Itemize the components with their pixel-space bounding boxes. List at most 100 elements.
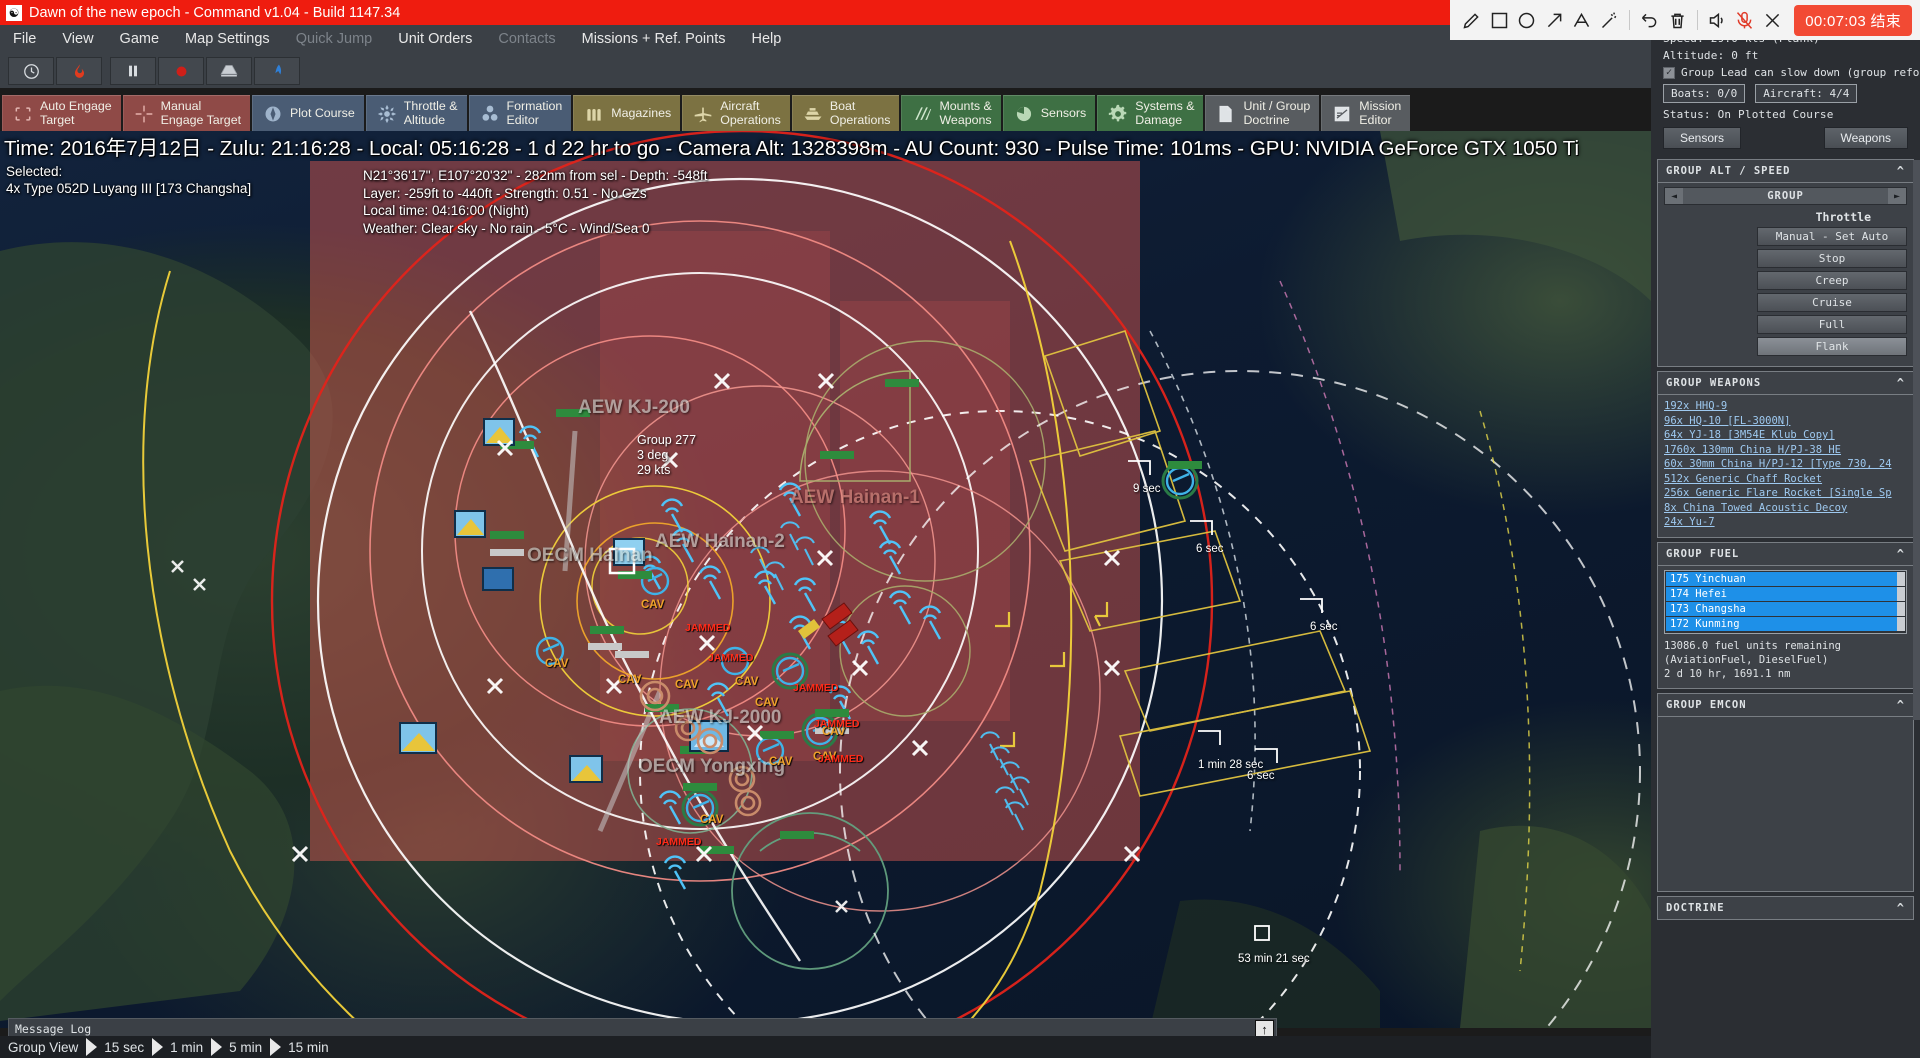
group-lead-slowdown-label: Group Lead can slow down (group refor xyxy=(1681,66,1920,79)
magazines-button[interactable]: Magazines xyxy=(573,95,681,131)
speaker-icon[interactable] xyxy=(1704,3,1732,37)
chevron-up-icon[interactable]: ^ xyxy=(1897,376,1905,390)
chevron-up-icon[interactable]: ^ xyxy=(1897,547,1905,561)
manual-engage-icon xyxy=(133,102,155,126)
throttle-flank-button[interactable]: Flank xyxy=(1757,337,1907,356)
menu-bar: File View Game Map Settings Quick Jump U… xyxy=(0,25,1651,54)
menu-item-file[interactable]: File xyxy=(0,25,49,54)
group-selector[interactable]: ◄ GROUP ► xyxy=(1664,187,1907,205)
throttle-full-button[interactable]: Full xyxy=(1757,315,1907,334)
time-step-15sec[interactable]: 15 sec xyxy=(86,1038,152,1056)
boat-operations-button[interactable]: Boat Operations xyxy=(791,95,900,131)
menu-item-help[interactable]: Help xyxy=(738,25,794,54)
menu-item-unit-orders[interactable]: Unit Orders xyxy=(385,25,485,54)
throttle-creep-button[interactable]: Creep xyxy=(1757,271,1907,290)
weapon-item[interactable]: 24x Yu-7 xyxy=(1664,515,1907,530)
play-arrow-icon xyxy=(86,1038,98,1056)
manual-engage-target-button[interactable]: Manual Engage Target xyxy=(122,95,251,131)
text-icon[interactable] xyxy=(1568,3,1596,37)
mission-editor-button[interactable]: Mission Editor xyxy=(1321,95,1411,131)
mounts-icon xyxy=(911,102,933,126)
auto-engage-target-button[interactable]: Auto Engage Target xyxy=(2,95,121,131)
unit-group-doctrine-button[interactable]: Unit / Group Doctrine xyxy=(1205,95,1320,131)
record-icon[interactable] xyxy=(158,57,204,85)
fuel-unit-name: 175 Yinchuan xyxy=(1670,572,1746,585)
microphone-muted-icon[interactable] xyxy=(1731,3,1759,37)
clock-icon[interactable] xyxy=(8,57,54,85)
doctrine-title: DOCTRINE xyxy=(1666,901,1725,914)
pause-icon[interactable] xyxy=(110,57,156,85)
sidebar-scrollbar[interactable] xyxy=(1913,160,1920,720)
sensors-icon xyxy=(1013,102,1035,126)
sensors-button[interactable]: Sensors xyxy=(1002,95,1096,131)
group-lead-slowdown-checkbox[interactable]: ✓ Group Lead can slow down (group refor xyxy=(1651,64,1920,81)
weapon-item[interactable]: 64x YJ-18 [3M54E Klub Copy] xyxy=(1664,428,1907,443)
pencil-icon[interactable] xyxy=(1458,3,1486,37)
menu-item-map-settings[interactable]: Map Settings xyxy=(172,25,283,54)
fuel-unit-name: 172 Kunming xyxy=(1670,617,1740,630)
weapon-item[interactable]: 60x 30mm China H/PJ-12 [Type 730, 24 xyxy=(1664,457,1907,472)
chevron-up-icon[interactable]: ^ xyxy=(1897,901,1905,915)
group-weapons-header[interactable]: GROUP WEAPONS ^ xyxy=(1657,371,1914,395)
fuel-unit-row[interactable]: 174 Hefei xyxy=(1666,586,1905,601)
circle-icon[interactable] xyxy=(1513,3,1541,37)
navigate-icon[interactable] xyxy=(254,57,300,85)
plot-course-button[interactable]: Plot Course xyxy=(252,95,364,131)
weapon-item[interactable]: 256x Generic Flare Rocket [Single Sp xyxy=(1664,486,1907,501)
weapon-item[interactable]: 96x HQ-10 [FL-3000N] xyxy=(1664,414,1907,429)
trash-icon[interactable] xyxy=(1663,3,1691,37)
throttle-manual-set-auto-button[interactable]: Manual - Set Auto xyxy=(1757,227,1907,246)
plot-course-label: Plot Course xyxy=(290,105,355,120)
weapon-item[interactable]: 8x China Towed Acoustic Decoy xyxy=(1664,501,1907,516)
recording-timer[interactable]: 00:07:03 结束 xyxy=(1794,4,1913,36)
doctrine-header[interactable]: DOCTRINE ^ xyxy=(1657,895,1914,920)
menu-item-missions-ref-points[interactable]: Missions + Ref. Points xyxy=(569,25,739,54)
magic-wand-icon[interactable] xyxy=(1596,3,1624,37)
group-view-label[interactable]: Group View xyxy=(0,1040,86,1055)
magazines-label: Magazines xyxy=(611,105,672,120)
menu-item-contacts: Contacts xyxy=(498,31,556,47)
group-emcon-header[interactable]: GROUP EMCON ^ xyxy=(1657,692,1914,717)
sensors-button[interactable]: Sensors xyxy=(1663,127,1742,149)
chevron-up-icon[interactable]: ^ xyxy=(1897,698,1905,712)
throttle-stop-button[interactable]: Stop xyxy=(1757,249,1907,268)
layers-icon[interactable] xyxy=(206,57,252,85)
fuel-unit-list[interactable]: 175 Yinchuan 174 Hefei 173 Changsha 172 … xyxy=(1664,569,1907,634)
tactical-map[interactable]: Time: 2016年7月12日 - Zulu: 21:16:28 - Loca… xyxy=(0,131,1651,1028)
fuel-unit-row[interactable]: 172 Kunming xyxy=(1666,616,1905,631)
weapons-button[interactable]: Weapons xyxy=(1823,127,1908,149)
aircraft-operations-button[interactable]: Aircraft Operations xyxy=(682,95,790,131)
chevron-left-icon[interactable]: ◄ xyxy=(1665,188,1683,204)
time-step-5min[interactable]: 5 min xyxy=(211,1038,270,1056)
formation-editor-button[interactable]: Formation Editor xyxy=(468,95,572,131)
undo-icon[interactable] xyxy=(1636,3,1664,37)
mounts-weapons-button[interactable]: Mounts & Weapons xyxy=(901,95,1001,131)
time-step-15min[interactable]: 15 min xyxy=(270,1038,337,1056)
fuel-unit-row[interactable]: 175 Yinchuan xyxy=(1666,571,1905,586)
square-icon[interactable] xyxy=(1486,3,1514,37)
app-icon: ☯ xyxy=(6,4,22,21)
group-fuel-header[interactable]: GROUP FUEL ^ xyxy=(1657,541,1914,566)
flame-icon[interactable] xyxy=(56,57,102,85)
weapon-item[interactable]: 1760x 130mm China H/PJ-38 HE xyxy=(1664,443,1907,458)
weapon-item[interactable]: 512x Generic Chaff Rocket xyxy=(1664,472,1907,487)
throttle-cruise-button[interactable]: Cruise xyxy=(1757,293,1907,312)
magazines-icon xyxy=(583,102,605,126)
sidebar-status: Status: On Plotted Course xyxy=(1663,108,1834,121)
chevron-right-icon[interactable]: ► xyxy=(1888,188,1906,204)
menu-item-quick-jump: Quick Jump xyxy=(295,31,373,47)
throttle-altitude-button[interactable]: Throttle & Altitude xyxy=(365,95,467,131)
fuel-unit-row[interactable]: 173 Changsha xyxy=(1666,601,1905,616)
weapon-item[interactable]: 192x HHQ-9 xyxy=(1664,399,1907,414)
arrow-icon[interactable] xyxy=(1541,3,1569,37)
menu-item-game[interactable]: Game xyxy=(107,25,173,54)
time-step-1min[interactable]: 1 min xyxy=(152,1038,211,1056)
auto-engage-icon xyxy=(12,102,34,126)
group-alt-speed-header[interactable]: GROUP ALT / SPEED ^ xyxy=(1657,159,1914,183)
systems-damage-button[interactable]: Systems & Damage xyxy=(1097,95,1204,131)
time-step-label: 5 min xyxy=(229,1039,263,1055)
close-icon[interactable] xyxy=(1759,3,1787,37)
chevron-up-icon[interactable]: ^ xyxy=(1897,164,1905,178)
simulation-status-line: Time: 2016年7月12日 - Zulu: 21:16:28 - Loca… xyxy=(4,137,1580,160)
menu-item-view[interactable]: View xyxy=(49,25,106,54)
